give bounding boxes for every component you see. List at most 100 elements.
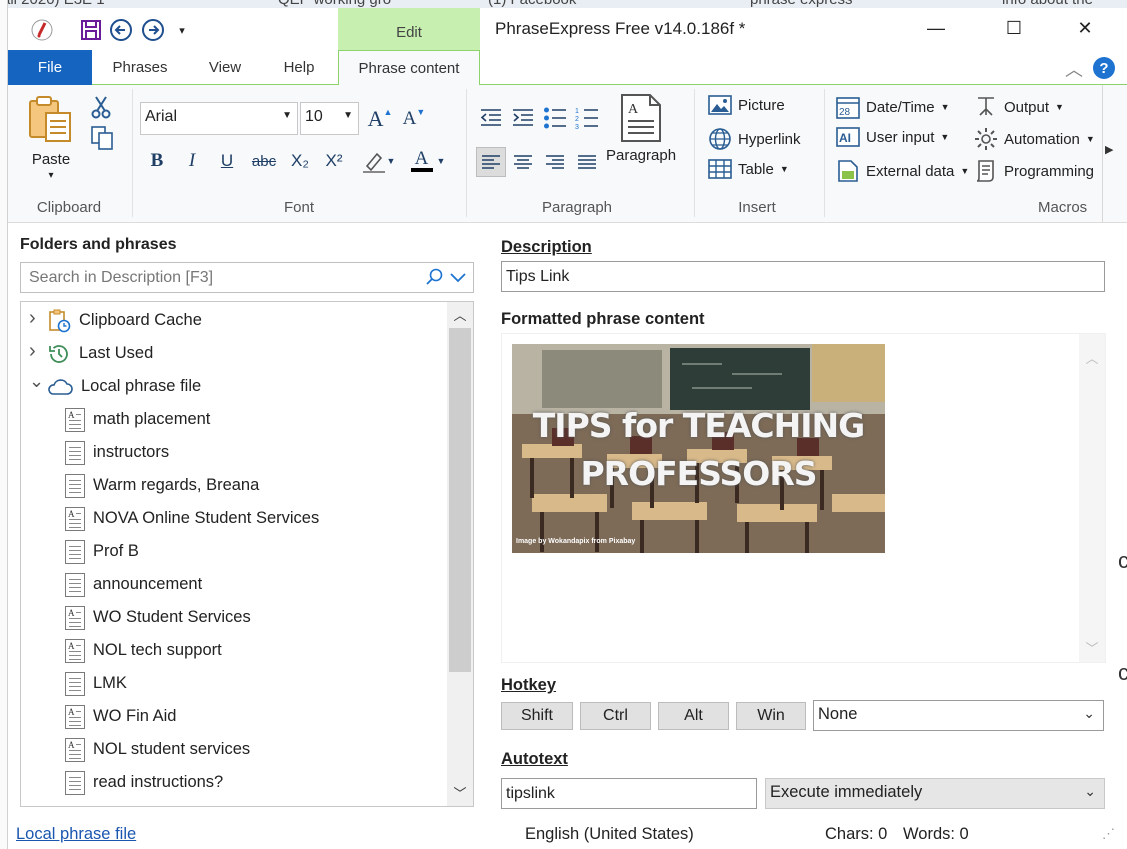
search-icon[interactable] [425,267,445,292]
search-input[interactable] [21,263,421,292]
hotkey-win-button[interactable]: Win [736,702,806,730]
subscript-button[interactable]: X₂ [286,147,314,175]
grow-font-button[interactable]: A ▲ [366,105,394,133]
tree-phrase[interactable]: LMK [65,667,127,700]
help-icon[interactable]: ? [1093,57,1115,79]
minimize-button[interactable]: — [913,8,959,48]
tree-phrase[interactable]: instructors [65,436,169,469]
cut-button[interactable] [90,95,112,119]
align-left-button[interactable] [476,147,506,177]
scroll-thumb[interactable] [449,328,471,672]
svg-text:AI: AI [839,131,851,145]
font-family-select[interactable]: Arial ▼ [140,102,298,135]
description-input[interactable] [501,261,1105,292]
tree-folder[interactable]: › Clipboard Cache [29,304,202,337]
scroll-up-icon[interactable]: ︿ [1079,348,1105,367]
tree-item-label: WO Student Services [93,608,251,626]
document-icon [65,473,85,498]
increase-indent-button[interactable] [508,103,538,133]
insert-hyperlink-button[interactable]: Hyperlink [708,127,801,151]
autotext-mode-select[interactable]: Execute immediately ⌄ [765,778,1105,809]
tab-phrases[interactable]: Phrases [94,50,186,85]
font-size-select[interactable]: 10 ▼ [300,102,359,135]
font-color-button[interactable]: A ▼ [406,147,450,175]
hotkey-ctrl-button[interactable]: Ctrl [580,702,651,730]
font-family-value: Arial [145,108,178,125]
globe-link-icon [708,127,732,151]
bold-button[interactable]: B [143,147,171,175]
tree-phrase[interactable]: A NOL tech support [65,634,222,667]
bullets-button[interactable] [540,103,570,133]
macro-user-input-button[interactable]: AI User input ▼ [836,127,949,147]
status-phrase-file-link[interactable]: Local phrase file [16,825,136,844]
editor-scrollbar[interactable]: ︿ ﹀ [1079,334,1105,662]
tree-scrollbar[interactable]: ︿ ﹀ [447,302,473,806]
paste-button[interactable]: Paste ▾ [26,95,76,181]
justify-button[interactable] [572,147,602,177]
collapse-ribbon-icon[interactable]: ︿ [1065,56,1083,82]
superscript-button[interactable]: X² [320,147,348,175]
align-right-button[interactable] [540,147,570,177]
document-icon [65,539,85,564]
search-options-chevron-icon[interactable] [449,267,467,292]
macro-automation-button[interactable]: Automation ▼ [974,127,1095,151]
scroll-down-icon[interactable]: ﹀ [447,780,473,804]
tab-view[interactable]: View [188,50,262,85]
tree-phrase[interactable]: A NOVA Online Student Services [65,502,319,535]
close-button[interactable]: ✕ [1062,8,1108,48]
underline-button[interactable]: U [213,147,241,175]
italic-button[interactable]: I [178,147,206,175]
tree-phrase[interactable]: Warm regards, Breana [65,469,259,502]
paragraph-button[interactable]: A Paragraph [606,93,676,164]
macro-output-button[interactable]: Output ▼ [974,95,1064,119]
shrink-font-button[interactable]: A ▼ [400,105,428,133]
copy-button[interactable] [90,125,114,151]
tree-folder[interactable]: › Last Used [29,337,153,370]
app-logo-icon[interactable] [30,18,54,42]
highlight-button[interactable]: ▼ [356,147,400,175]
align-center-button[interactable] [508,147,538,177]
tree-phrase[interactable]: A NOL student services [65,733,250,766]
numbering-button[interactable]: 123 [572,103,602,133]
strikethrough-button[interactable]: abc [248,147,280,175]
chevron-down-icon[interactable]: ⌄ [29,371,44,392]
tab-phrase-content[interactable]: Phrase content [338,50,480,86]
formatted-document-icon: A [65,638,85,663]
chevron-right-icon[interactable]: › [29,340,36,363]
customize-qat-icon[interactable]: ▾ [170,18,194,42]
maximize-button[interactable]: ☐ [991,8,1037,48]
decrease-indent-button[interactable] [476,103,506,133]
tab-file[interactable]: File [8,50,92,85]
autotext-input[interactable] [501,778,757,809]
grow-font-label: A [367,106,384,131]
tree-phrase[interactable]: Amath placement [65,403,210,436]
macro-external-data-button[interactable]: External data ▼ [836,159,969,183]
tree-phrase[interactable]: Prof B [65,535,139,568]
tree-phrase[interactable]: announcement [65,568,202,601]
tree-phrase[interactable]: A WO Fin Aid [65,700,176,733]
tree-folder[interactable]: ⌄ Local phrase file [29,370,201,403]
classroom-image[interactable]: TIPS for TEACHING PROFESSORS Image by Wo… [512,344,885,553]
hotkey-key-select[interactable]: None ⌄ [813,700,1104,731]
scroll-down-icon[interactable]: ﹀ [1079,638,1105,657]
insert-picture-button[interactable]: Picture [708,95,785,115]
resize-grip-icon[interactable]: ⋰ [1102,826,1115,842]
ribbon-scroll-right-icon[interactable]: ▶ [1105,143,1113,156]
hotkey-alt-button[interactable]: Alt [658,702,729,730]
macro-datetime-button[interactable]: 28 Date/Time ▼ [836,95,950,119]
hotkey-shift-button[interactable]: Shift [501,702,573,730]
chevron-down-icon: ▼ [436,156,446,166]
forward-icon[interactable] [141,18,165,42]
chevron-right-icon[interactable]: › [29,307,36,330]
tree-phrase[interactable]: A WO Student Services [65,601,251,634]
macro-programming-button[interactable]: Programming [974,159,1094,183]
insert-table-button[interactable]: Table ▼ [708,159,789,179]
macro-output-label: Output [1004,98,1050,116]
tree-phrase[interactable]: read instructions? [65,766,223,799]
tree-item-label: Local phrase file [81,377,202,395]
scroll-up-icon[interactable]: ︿ [447,302,473,326]
phrase-content-editor[interactable]: TIPS for TEACHING PROFESSORS Image by Wo… [501,333,1106,663]
back-icon[interactable] [109,18,133,42]
save-icon[interactable] [79,18,103,42]
tab-help[interactable]: Help [264,50,334,85]
